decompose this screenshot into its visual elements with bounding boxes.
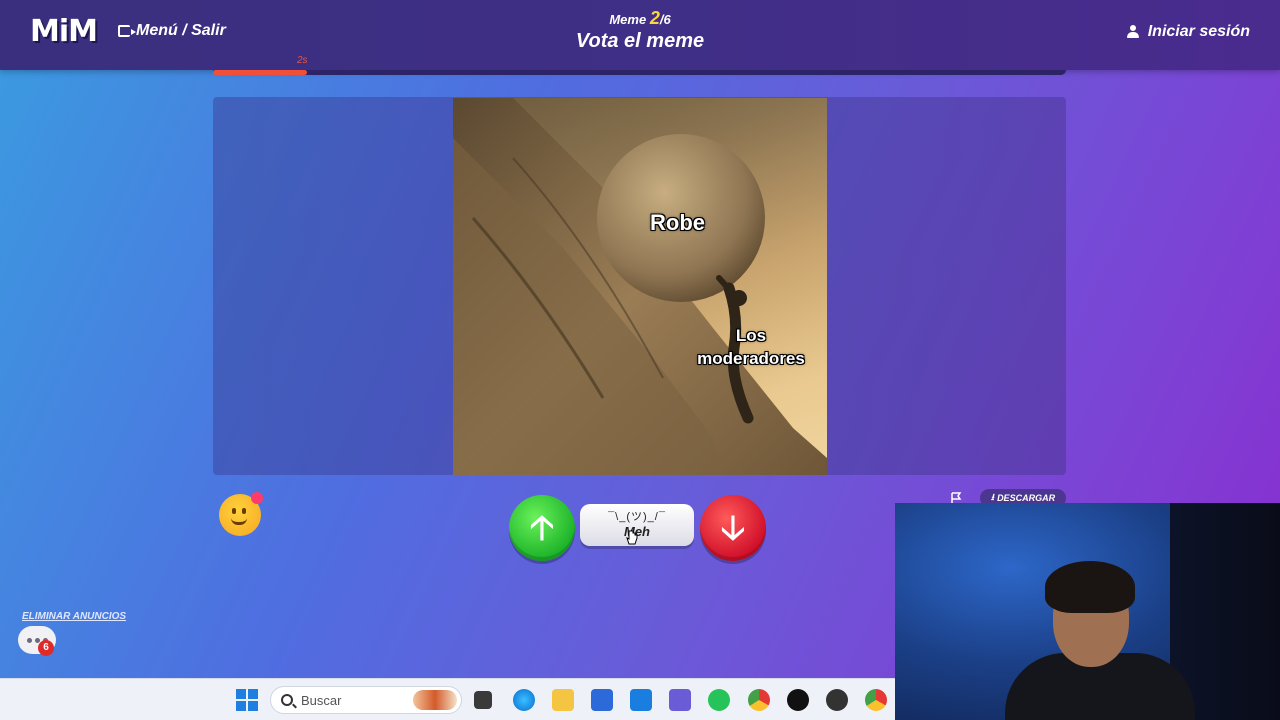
top-bar: MiM Menú / Salir Meme 2/6 Vota el meme I… xyxy=(0,0,1280,70)
meme-caption-top: Robe xyxy=(650,210,705,235)
emoji-eye xyxy=(232,508,236,514)
webcam-person-hair xyxy=(1045,561,1135,613)
chat-dot xyxy=(34,637,40,643)
whatsapp-icon[interactable] xyxy=(708,689,730,711)
chat-notification-badge: 6 xyxy=(38,640,54,656)
login-label: Iniciar sesión xyxy=(1147,23,1250,40)
meme-counter-current: 2 xyxy=(649,8,660,28)
round-header: Meme 2/6 Vota el meme xyxy=(0,8,1280,53)
windows-pane xyxy=(248,689,258,699)
timer-bar xyxy=(213,70,1066,75)
webcam-overlay xyxy=(895,503,1280,720)
chrome-profile-icon[interactable] xyxy=(865,689,887,711)
windows-pane xyxy=(248,701,258,711)
arrow-up-icon: 🡡 xyxy=(529,509,555,547)
emoji-mouth xyxy=(231,518,247,525)
meme-image: Robe Los moderadores xyxy=(453,98,827,475)
emoji-eye xyxy=(242,508,246,514)
vote-up-button[interactable]: 🡡 xyxy=(509,495,575,561)
download-label: DESCARGAR xyxy=(997,493,1056,503)
taskbar: Buscar xyxy=(0,678,895,720)
meh-face: ¯\_(ツ)_/¯ xyxy=(608,511,666,523)
chrome-icon[interactable] xyxy=(748,689,770,711)
remove-ads-link[interactable]: ELIMINAR ANUNCIOS xyxy=(22,611,126,622)
emoji-reaction-button[interactable] xyxy=(219,492,263,536)
windows-start-icon[interactable] xyxy=(236,689,258,711)
edge-icon[interactable] xyxy=(513,689,535,711)
task-view-icon[interactable] xyxy=(474,691,492,709)
vote-down-button[interactable]: 🡣 xyxy=(700,495,766,561)
obs-icon[interactable] xyxy=(826,689,848,711)
search-placeholder: Buscar xyxy=(301,692,342,708)
teams-icon[interactable] xyxy=(669,689,691,711)
meme-counter: Meme 2/6 xyxy=(0,8,1280,29)
meme-illustration xyxy=(453,98,827,475)
meme-counter-label: Meme xyxy=(609,12,647,27)
windows-pane xyxy=(236,689,246,699)
search-icon xyxy=(281,694,293,706)
user-icon xyxy=(1126,25,1140,39)
heart-icon xyxy=(251,492,263,504)
windows-pane xyxy=(236,701,246,711)
meme-counter-total: /6 xyxy=(659,12,671,27)
search-highlight-image xyxy=(413,690,457,710)
outlook-icon[interactable] xyxy=(630,689,652,711)
chat-dot xyxy=(26,637,32,643)
meme-caption-bottom-line1: Los xyxy=(735,326,767,345)
store-icon[interactable] xyxy=(591,689,613,711)
meme-caption-bottom-line2: moderadores xyxy=(697,349,805,368)
timer-label: 2s xyxy=(297,55,308,66)
page-title: Vota el meme xyxy=(575,30,705,52)
meme-caption-bottom: Los moderadores xyxy=(691,324,811,370)
taskbar-search-input[interactable]: Buscar xyxy=(270,686,462,714)
timer-bar-fill xyxy=(213,70,307,75)
folder-icon[interactable] xyxy=(552,689,574,711)
upwork-icon[interactable] xyxy=(787,689,809,711)
login-button[interactable]: Iniciar sesión xyxy=(1126,23,1250,41)
hand-cursor-icon xyxy=(626,530,638,545)
arrow-down-icon: 🡣 xyxy=(720,509,746,547)
